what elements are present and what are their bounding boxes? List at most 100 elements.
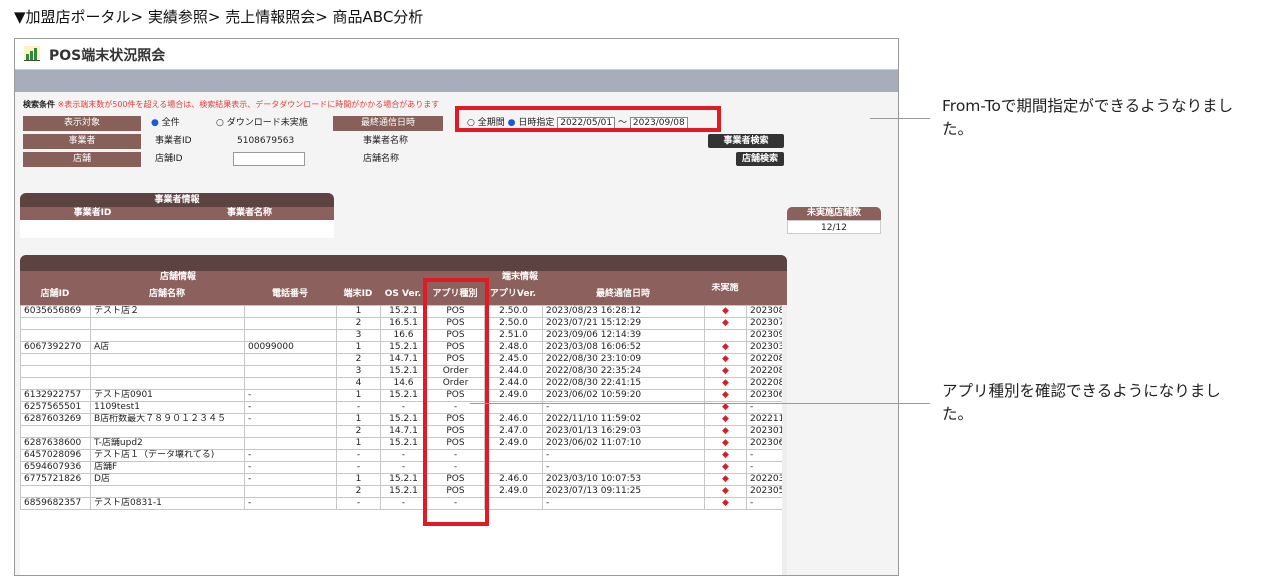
table-cell: 6035656869: [20, 305, 91, 318]
table-cell: ◆: [704, 461, 747, 474]
table-row: 2 14.7.1 POS 2.47.0 2023/01/13 16:29:03 ◆ 2023…: [20, 425, 787, 438]
table-cell: 1: [336, 437, 381, 450]
table-cell: ◆: [704, 353, 747, 366]
table-cell: -: [336, 401, 381, 414]
store-id-input[interactable]: [233, 152, 305, 166]
operator-id-value: 5108679563: [237, 136, 295, 146]
col-terminal-id: 端末ID: [336, 283, 380, 305]
operator-search-button[interactable]: 事業者検索: [708, 134, 784, 148]
table-cell: 14.6: [380, 377, 427, 390]
table-cell: [20, 485, 91, 498]
table-cell: 2.49.0: [484, 485, 543, 498]
table-row: 6287638600 T-店舗upd2 1 15.2.1 POS 2.49.0 2023/0…: [20, 437, 787, 450]
table-cell: 20230906: [746, 329, 787, 342]
table-cell: 2023/08/23 16:28:12: [542, 305, 705, 318]
table-cell: 20230308: [746, 341, 787, 354]
table-cell: [484, 461, 543, 474]
table-cell: テスト店0831-1: [90, 497, 245, 510]
table-cell: 2: [336, 353, 381, 366]
table-cell: -: [542, 449, 705, 462]
table-cell: [20, 365, 91, 378]
app-window: POS端末状況照会 検索条件 ※表示端末数が500件を超える場合は、検索結果表示…: [14, 38, 899, 576]
table-cell: ◆: [704, 377, 747, 390]
table-cell: 2022/08/30 23:10:09: [542, 353, 705, 366]
table-cell: 1109test1: [90, 401, 245, 414]
callout-app-type: アプリ種別を確認できるようになりました。: [942, 382, 1221, 423]
store-id-label: 店舗ID: [155, 154, 183, 164]
table-cell: B店桁数最大７８９０１２３４５: [90, 413, 245, 426]
display-target-label: 表示対象: [23, 116, 141, 131]
last-comm-label: 最終通信日時: [333, 116, 443, 131]
table-cell: -: [244, 473, 337, 486]
table-cell: 20220830: [746, 365, 787, 378]
table-cell: -: [746, 449, 787, 462]
table-cell: -: [244, 389, 337, 402]
table-cell: 15.2.1: [380, 341, 427, 354]
table-cell: -: [336, 449, 381, 462]
table-cell: 20220830: [746, 353, 787, 366]
table-cell: 15.2.1: [380, 365, 427, 378]
table-cell: 20221109: [746, 413, 787, 426]
table-cell: 2023/03/08 16:06:52: [542, 341, 705, 354]
app-type-highlight: [423, 278, 489, 526]
results-scrollbar[interactable]: [782, 305, 787, 575]
table-cell: 1: [336, 473, 381, 486]
table-cell: 2.51.0: [484, 329, 543, 342]
table-cell: 6287638600: [20, 437, 91, 450]
table-cell: A店: [90, 341, 245, 354]
table-cell: 20220830: [746, 377, 787, 390]
callout-line-date: [870, 118, 930, 119]
table-cell: -: [380, 497, 427, 510]
table-cell: 16.5.1: [380, 317, 427, 330]
table-cell: 2.46.0: [484, 413, 543, 426]
operator-label: 事業者: [23, 134, 141, 149]
table-cell: 14.7.1: [380, 353, 427, 366]
table-cell: ◆: [704, 437, 747, 450]
table-cell: 1: [336, 305, 381, 318]
table-cell: 6132922757: [20, 389, 91, 402]
table-row: 6594607936 店舗F - - - - - ◆ -: [20, 461, 787, 474]
table-cell: 2023/09/06 12:14:39: [542, 329, 705, 342]
table-cell: [90, 425, 245, 438]
table-cell: 20230113: [746, 425, 787, 438]
operator-col-id: 事業者ID: [20, 207, 165, 220]
table-cell: ◆: [704, 305, 747, 318]
table-cell: 1: [336, 389, 381, 402]
table-cell: [90, 365, 245, 378]
table-cell: 2023/07/13 09:11:25: [542, 485, 705, 498]
table-cell: 16.6: [380, 329, 427, 342]
table-cell: 2023/01/13 16:29:03: [542, 425, 705, 438]
table-cell: [244, 329, 337, 342]
table-cell: -: [336, 497, 381, 510]
operator-col-name: 事業者名称: [165, 207, 334, 220]
results-empty-area: [20, 523, 787, 575]
store-search-button[interactable]: 店舗検索: [736, 152, 784, 166]
results-table: 6035656869 テスト店２ 1 15.2.1 POS 2.50.0 2023/08/2…: [20, 305, 787, 510]
table-cell: テスト店0901: [90, 389, 245, 402]
table-cell: 6257565501: [20, 401, 91, 414]
table-cell: 2.50.0: [484, 317, 543, 330]
operator-id-label: 事業者ID: [155, 136, 192, 146]
table-row: 4 14.6 Order 2.44.0 2022/08/30 22:41:15 ◆ 2022…: [20, 377, 787, 390]
table-cell: D店: [90, 473, 245, 486]
table-cell: 15.2.1: [380, 305, 427, 318]
table-cell: 2022/08/30 22:41:15: [542, 377, 705, 390]
col-last-comm: 最終通信日時: [542, 283, 704, 305]
table-cell: [20, 425, 91, 438]
table-cell: 店舗F: [90, 461, 245, 474]
radio-not-downloaded[interactable]: ○ ダウンロード未実施: [216, 115, 308, 131]
table-cell: 6287603269: [20, 413, 91, 426]
unimpl-panel-title: 未実施店舗数: [787, 207, 881, 220]
table-cell: 2023/03/10 10:07:53: [542, 473, 705, 486]
table-row: 6457028096 テスト店１（データ壊れてる) - - - - - ◆ -: [20, 449, 787, 462]
table-cell: ◆: [704, 497, 747, 510]
table-row: 3 15.2.1 Order 2.44.0 2022/08/30 22:35:24 ◆ 20…: [20, 365, 787, 378]
table-cell: [244, 317, 337, 330]
operator-panel-title: 事業者情報: [20, 193, 334, 207]
table-cell: 15.2.1: [380, 413, 427, 426]
search-notice: 検索条件 ※表示端末数が500件を超える場合は、検索結果表示、データダウンロード…: [23, 99, 439, 110]
store-name-label: 店舗名称: [363, 154, 400, 164]
table-cell: 2: [336, 425, 381, 438]
radio-all[interactable]: ● 全件: [151, 115, 180, 131]
table-cell: 20230602: [746, 389, 787, 402]
